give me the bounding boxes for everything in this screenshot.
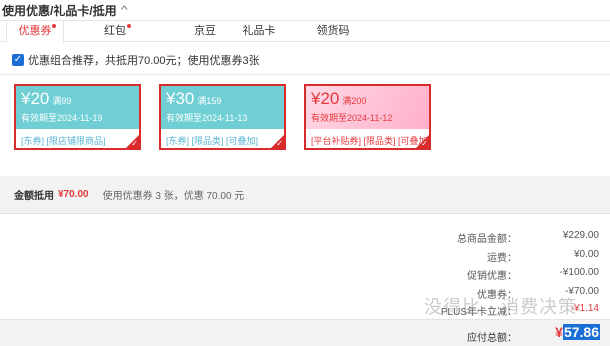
row-value: ¥229.00 [562,230,599,241]
row-value: -¥70.00 [565,286,599,297]
row-label: 运费： [487,253,517,264]
coupon-card[interactable]: ¥20 满99 有效期至2024-11-19 [东券] [限店铺限商品] ✓ [14,84,141,150]
coupon-face: ¥20 满200 有效期至2024-11-12 [306,86,429,129]
tab-pickup-codes[interactable]: 领货码 [308,21,358,42]
payable-total: 应付总额： ¥57.86 [0,319,610,346]
coupon-face: ¥30 满159 有效期至2024-11-13 [161,86,284,129]
coupon-condition: 满159 [197,96,222,106]
payable-label: 应付总额： [467,333,517,344]
total-row-plus: PLUS年卡立减： -¥1.14 [441,303,599,318]
discount-tabs: 优惠券 红包 京豆 礼品卡 领货码 [0,20,610,43]
tab-label: 领货码 [316,25,350,37]
tab-jd-beans[interactable]: 京豆 [185,21,225,42]
coupon-expiry: 有效期至2024-11-19 [21,113,103,123]
payable-amount: ¥57.86 [555,324,600,340]
section-title: 使用优惠/礼品卡/抵用 [2,3,117,18]
new-badge-dot [127,24,131,28]
combo-text: 优惠组合推荐，共抵用70.00元；使用优惠券3张 [28,55,260,67]
tab-gift-cards[interactable]: 礼品卡 [234,21,284,42]
new-badge-dot [52,24,56,28]
total-row-goods: 总商品金额： ¥229.00 [457,230,599,245]
tab-label: 京豆 [194,25,216,37]
tab-red-packets[interactable]: 红包 [95,21,135,42]
total-row-coupon: 优惠券： -¥70.00 [459,286,599,301]
coupon-value: ¥20 [21,89,50,108]
total-row-promotion: 促销优惠： -¥100.00 [459,267,599,282]
row-value: -¥100.00 [559,267,599,278]
row-value: ¥0.00 [573,249,599,260]
coupon-tags: [东券] [限品类] [可叠加] [166,136,259,146]
tab-label: 优惠券 [18,25,52,37]
coupon-card[interactable]: ¥30 满159 有效期至2024-11-13 [东券] [限品类] [可叠加]… [159,84,286,150]
tab-label: 红包 [104,25,126,37]
summary-label: 金额抵用 [14,191,54,202]
coupon-face: ¥20 满99 有效期至2024-11-19 [16,86,139,129]
tab-label: 礼品卡 [242,25,276,37]
combo-recommendation: ✓ 优惠组合推荐，共抵用70.00元；使用优惠券3张 [12,53,260,67]
discount-summary: 金额抵用 ¥70.00 使用优惠券 3 张，优惠 70.00 元 [0,176,610,214]
check-icon: ✓ [421,139,428,148]
row-value: -¥1.14 [570,303,599,314]
check-icon: ✓ [276,139,283,148]
coupon-condition: 满200 [342,96,367,106]
coupon-tags: [东券] [限店铺限商品] [21,136,106,146]
coupon-card[interactable]: ¥20 满200 有效期至2024-11-12 [平台补贴券] [限品类] [可… [304,84,431,150]
coupon-tags: [平台补贴券] [限品类] [可叠加] [311,136,431,146]
row-label: 促销优惠： [467,271,517,282]
total-row-shipping: 运费： ¥0.00 [459,249,599,264]
coupon-condition: 满99 [52,96,72,106]
coupon-list: ¥20 满99 有效期至2024-11-19 [东券] [限店铺限商品] ✓ ¥… [0,74,610,176]
chevron-up-icon[interactable]: ^ [121,5,128,16]
tab-coupons[interactable]: 优惠券 [6,21,64,43]
summary-amount: ¥70.00 [58,189,89,200]
row-label: 优惠券： [477,290,517,301]
summary-desc: 使用优惠券 3 张，优惠 70.00 元 [102,191,245,202]
coupon-expiry: 有效期至2024-11-13 [166,113,248,123]
coupon-expiry: 有效期至2024-11-12 [311,113,393,123]
row-label: 总商品金额： [457,234,517,245]
combo-checkbox[interactable]: ✓ [12,54,24,66]
payable-currency: ¥ [555,324,563,340]
payable-number: 57.86 [562,324,600,340]
coupon-value: ¥30 [166,89,195,108]
coupon-value: ¥20 [311,89,340,108]
check-icon: ✓ [131,139,138,148]
row-label: PLUS年卡立减： [440,307,517,318]
section-header[interactable]: 使用优惠/礼品卡/抵用 ^ [0,0,610,20]
